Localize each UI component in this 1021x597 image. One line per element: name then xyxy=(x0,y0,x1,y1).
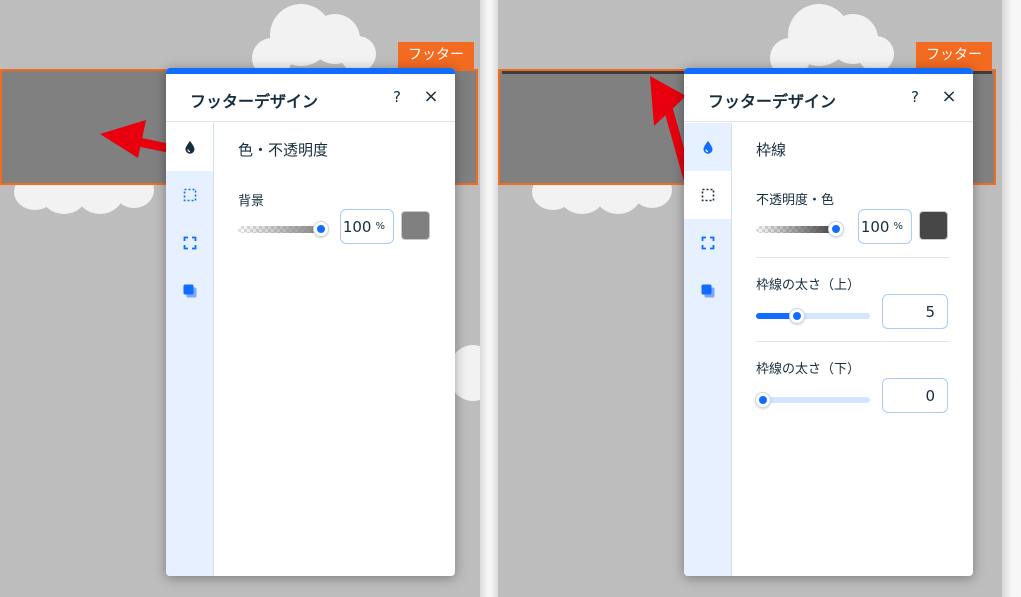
divider xyxy=(480,0,498,597)
border-icon xyxy=(183,188,196,202)
divider xyxy=(756,257,949,258)
panel-title: フッターデザイン xyxy=(190,92,319,111)
tab-corners[interactable] xyxy=(166,219,213,267)
tab-corners[interactable] xyxy=(684,219,731,267)
panel-title: フッターデザイン xyxy=(708,92,837,111)
cloud-decoration xyxy=(770,0,900,78)
close-button[interactable]: × xyxy=(941,86,957,107)
help-button[interactable]: ? xyxy=(907,88,923,106)
opacity-value: 100 xyxy=(860,217,890,236)
corners-icon xyxy=(701,236,714,250)
border-top-width-input[interactable]: 5 xyxy=(882,294,948,329)
shadow-icon xyxy=(701,284,714,298)
red-arrow-annotation xyxy=(100,120,170,158)
fill-drop-icon xyxy=(703,141,712,154)
opacity-input[interactable]: 100% xyxy=(858,209,912,244)
border-bottom-width-value: 0 xyxy=(925,386,935,405)
tab-shadow[interactable] xyxy=(684,267,731,315)
border-bottom-width-handle[interactable] xyxy=(756,393,770,407)
footer-design-panel: フッターデザイン ? × 色・不透明度 背景 100% xyxy=(166,68,455,576)
divider xyxy=(1002,0,1021,597)
section-title: 枠線 xyxy=(756,141,787,159)
panel-content: 枠線 不透明度・色 100% 枠線の太さ（上） 5 枠線の太さ（下） 0 xyxy=(732,123,973,576)
border-bottom-width-input[interactable]: 0 xyxy=(882,378,948,413)
border-bottom-width-label: 枠線の太さ（下） xyxy=(756,362,861,377)
border-top-width-label: 枠線の太さ（上） xyxy=(756,278,861,293)
editor-canvas-right: フッター フッターデザイン ? × 枠線 不透明度・色 100 % 枠線の太さ（… xyxy=(498,0,1002,597)
tab-fill[interactable] xyxy=(166,123,213,171)
design-side-nav xyxy=(684,123,732,576)
shadow-icon xyxy=(183,284,196,298)
color-swatch[interactable] xyxy=(401,211,430,240)
border-top-width-handle[interactable] xyxy=(790,309,804,323)
panel-header[interactable]: フッターデザイン ? × xyxy=(684,74,973,122)
cloud-decoration xyxy=(252,0,382,78)
opacity-value: 100 xyxy=(342,217,372,236)
percent-unit: % xyxy=(893,221,903,232)
opacity-color-label: 不透明度・色 xyxy=(756,193,835,208)
divider xyxy=(756,341,949,342)
close-button[interactable]: × xyxy=(423,86,439,107)
border-icon xyxy=(701,188,714,202)
footer-design-panel: フッターデザイン ? × 枠線 不透明度・色 100% 枠線の太さ（上） 5 枠… xyxy=(684,68,973,576)
opacity-input[interactable]: 100% xyxy=(340,209,394,244)
border-bottom-width-slider[interactable] xyxy=(756,397,870,403)
opacity-slider-track[interactable] xyxy=(238,226,324,233)
percent-unit: % xyxy=(375,221,385,232)
design-side-nav xyxy=(166,123,214,576)
border-top-width-slider[interactable] xyxy=(756,313,870,319)
tab-fill[interactable] xyxy=(684,123,731,171)
footer-label-tag[interactable]: フッター xyxy=(916,42,992,69)
tab-shadow[interactable] xyxy=(166,267,213,315)
section-title: 色・不透明度 xyxy=(238,141,329,159)
editor-canvas-left: フッター フッターデザイン ? × 色・不透明度 背景 100 % xyxy=(0,0,480,597)
color-swatch[interactable] xyxy=(919,211,948,240)
tab-border[interactable] xyxy=(166,171,213,219)
corners-icon xyxy=(183,236,196,250)
panel-content: 色・不透明度 背景 100% xyxy=(214,123,455,576)
opacity-slider-handle[interactable] xyxy=(829,222,843,236)
panel-header[interactable]: フッターデザイン ? × xyxy=(166,74,455,122)
tab-border[interactable] xyxy=(684,171,731,219)
border-top-width-value: 5 xyxy=(925,302,935,321)
fill-drop-icon xyxy=(185,141,194,154)
opacity-slider-track[interactable] xyxy=(756,226,836,233)
help-button[interactable]: ? xyxy=(389,88,405,106)
footer-label-tag[interactable]: フッター xyxy=(398,42,474,69)
opacity-slider-handle[interactable] xyxy=(314,222,328,236)
background-label: 背景 xyxy=(238,194,265,209)
